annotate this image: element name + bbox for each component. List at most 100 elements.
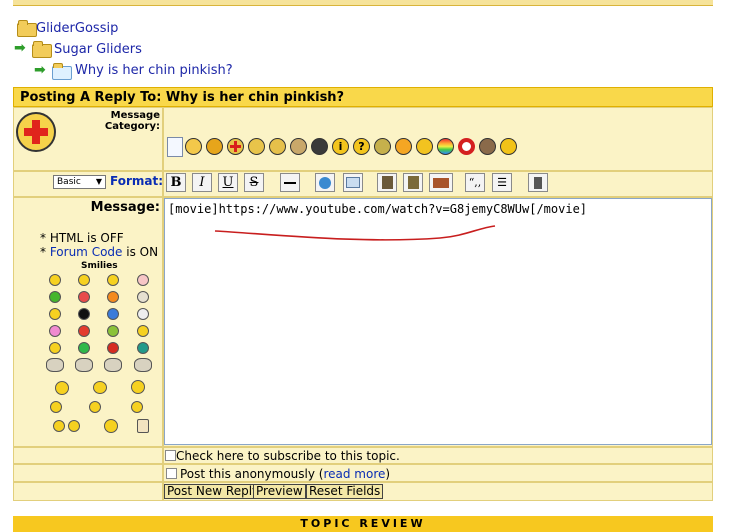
glider-icon[interactable] bbox=[134, 358, 152, 372]
fire-icon[interactable] bbox=[395, 138, 412, 155]
format-label[interactable]: Format: bbox=[110, 174, 163, 188]
red-smile-icon[interactable] bbox=[78, 325, 90, 337]
grin-smile-icon[interactable] bbox=[49, 342, 61, 354]
happy-smile-icon[interactable] bbox=[68, 420, 80, 432]
preview-button[interactable]: Preview bbox=[253, 484, 306, 499]
insert-book-button[interactable] bbox=[429, 173, 453, 192]
anon-label: Post this anonymously (read more) bbox=[180, 467, 391, 481]
red-cross-icon[interactable] bbox=[227, 138, 244, 155]
portrait-icon[interactable] bbox=[311, 138, 328, 155]
blue-smile-icon[interactable] bbox=[107, 308, 119, 320]
bold-button[interactable]: B bbox=[166, 173, 186, 192]
sun-icon[interactable] bbox=[416, 138, 433, 155]
breadcrumb-topic[interactable]: Why is her chin pinkish? bbox=[75, 63, 233, 78]
question-icon[interactable]: ? bbox=[353, 138, 370, 155]
glider-icon[interactable] bbox=[75, 358, 93, 372]
shock-smile-icon[interactable] bbox=[49, 308, 61, 320]
forum-code-link[interactable]: Forum Code bbox=[50, 245, 123, 259]
insert-link-button[interactable] bbox=[315, 173, 335, 192]
anon-checkbox[interactable] bbox=[166, 468, 177, 479]
buttons-label-cell bbox=[13, 482, 163, 501]
breadcrumb-forum[interactable]: GliderGossip bbox=[36, 21, 118, 36]
dizzy-smile-icon[interactable] bbox=[89, 401, 101, 413]
top-banner bbox=[13, 0, 713, 6]
arrow-icon: ➡ bbox=[34, 62, 46, 78]
folder-open-icon bbox=[32, 41, 52, 58]
insert-book-icon bbox=[433, 177, 449, 188]
subscribe-label: Check here to subscribe to this topic. bbox=[176, 449, 400, 463]
topic-review-bar[interactable]: TOPIC REVIEW bbox=[13, 516, 713, 532]
mona-lisa-icon[interactable] bbox=[290, 138, 307, 155]
subscribe-cell: Check here to subscribe to this topic. bbox=[163, 447, 713, 464]
info-icon[interactable]: i bbox=[332, 138, 349, 155]
subscribe-checkbox[interactable] bbox=[165, 450, 176, 461]
green-smile-icon[interactable] bbox=[49, 291, 61, 303]
message-category-label: Message Category: bbox=[104, 110, 160, 132]
pink-smile-icon[interactable] bbox=[49, 325, 61, 337]
rainbow-icon[interactable] bbox=[437, 138, 454, 155]
shield-icon[interactable] bbox=[374, 138, 391, 155]
pale-smile-icon[interactable] bbox=[137, 291, 149, 303]
insert-tool-button[interactable] bbox=[528, 173, 548, 192]
read-more-link[interactable]: read more bbox=[323, 467, 385, 481]
orange-smile-icon[interactable] bbox=[107, 291, 119, 303]
forum-code-status: * Forum Code is ON bbox=[40, 245, 159, 259]
arrow-icon: ➡ bbox=[14, 40, 26, 56]
wink-smile-icon[interactable] bbox=[137, 325, 149, 337]
document-icon[interactable] bbox=[167, 137, 183, 157]
hug-smile-icon[interactable] bbox=[131, 380, 145, 394]
reading-smile-icon[interactable] bbox=[104, 419, 118, 433]
reset-button[interactable]: Reset Fields bbox=[306, 484, 384, 499]
love-smile-icon[interactable] bbox=[55, 381, 69, 395]
topic-folder-icon bbox=[52, 63, 72, 80]
underline-button[interactable]: U bbox=[218, 173, 238, 192]
apple-icon[interactable] bbox=[206, 138, 223, 155]
tongue-smile-icon[interactable] bbox=[50, 401, 62, 413]
scales-icon[interactable] bbox=[248, 138, 265, 155]
smilies-label: Smilies bbox=[81, 261, 118, 271]
category-label-cell: Message Category: bbox=[13, 107, 163, 171]
shades-smile-icon[interactable] bbox=[53, 420, 65, 432]
breadcrumb-category[interactable]: Sugar Gliders bbox=[54, 42, 142, 57]
subscribe-label-cell bbox=[13, 447, 163, 464]
life-ring-icon[interactable] bbox=[458, 138, 475, 155]
glider-icon[interactable] bbox=[104, 358, 122, 372]
hat-smile-icon[interactable] bbox=[78, 274, 90, 286]
insert-image-button[interactable] bbox=[377, 173, 397, 192]
eight-ball-icon[interactable] bbox=[78, 308, 90, 320]
html-status: * HTML is OFF bbox=[40, 231, 124, 245]
strikethrough-button[interactable]: S bbox=[244, 173, 264, 192]
atom-icon[interactable] bbox=[269, 138, 286, 155]
cool-smile-icon[interactable] bbox=[107, 274, 119, 286]
eye-roll-icon[interactable] bbox=[185, 138, 202, 155]
horizontal-rule-icon bbox=[284, 181, 296, 184]
post-reply-button[interactable]: Post New Reply bbox=[164, 484, 263, 499]
insert-image-alt-icon bbox=[407, 176, 419, 189]
glider-icon[interactable] bbox=[46, 358, 64, 372]
folder-icon bbox=[17, 20, 37, 37]
insert-image-alt-button[interactable] bbox=[403, 173, 423, 192]
horizontal-rule-button[interactable] bbox=[280, 173, 300, 192]
insert-email-icon bbox=[346, 177, 360, 188]
devil-smile-icon[interactable] bbox=[107, 342, 119, 354]
cake-icon[interactable] bbox=[137, 419, 149, 433]
globe-icon[interactable] bbox=[479, 138, 496, 155]
green-face-icon[interactable] bbox=[78, 342, 90, 354]
angry-smile-icon[interactable] bbox=[78, 291, 90, 303]
blush-smile-icon[interactable] bbox=[137, 274, 149, 286]
ghost-smile-icon[interactable] bbox=[137, 308, 149, 320]
sick-smile-icon[interactable] bbox=[107, 325, 119, 337]
format-mode-select[interactable]: Basic ▼ bbox=[53, 175, 106, 189]
hammer-smile-icon[interactable] bbox=[93, 381, 107, 394]
question-smile-icon[interactable] bbox=[137, 342, 149, 354]
smile-icon[interactable] bbox=[49, 274, 61, 286]
list-button[interactable]: ☰ bbox=[492, 173, 512, 192]
list-icon: ☰ bbox=[497, 176, 507, 189]
insert-image-icon bbox=[381, 176, 393, 189]
italic-button[interactable]: I bbox=[192, 173, 212, 192]
annotation-underline bbox=[214, 225, 496, 241]
insert-email-button[interactable] bbox=[343, 173, 363, 192]
radiation-icon[interactable] bbox=[500, 138, 517, 155]
sleep-smile-icon[interactable] bbox=[131, 401, 143, 413]
quote-button[interactable]: “,, bbox=[465, 173, 485, 192]
